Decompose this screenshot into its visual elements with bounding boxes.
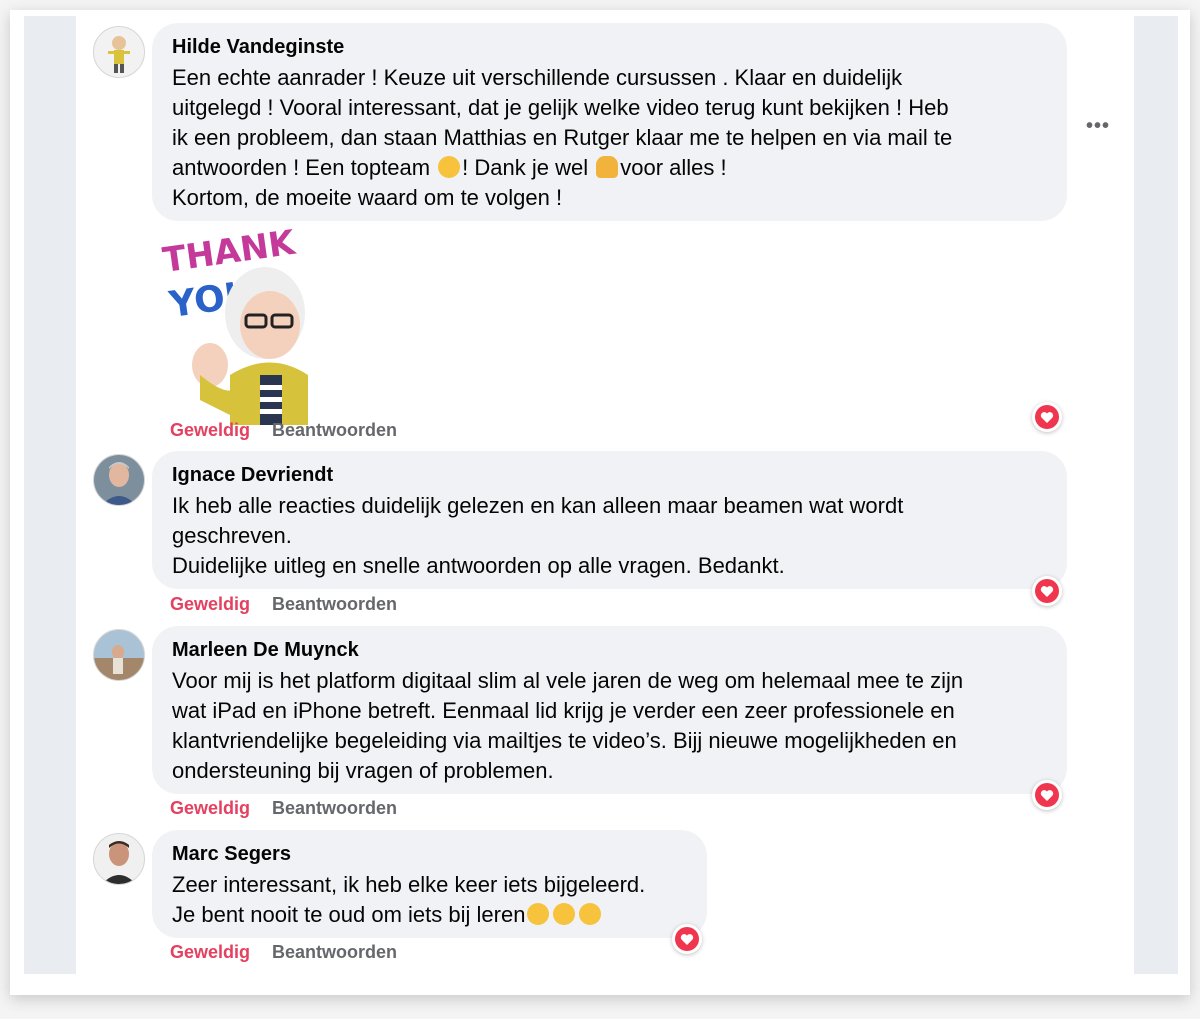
author-name[interactable]: Hilde Vandeginste bbox=[172, 35, 1047, 59]
comment-text: Een echte aanrader ! Keuze uit verschill… bbox=[172, 65, 953, 210]
comment-bubble: Marc Segers Zeer interessant, ik heb elk… bbox=[152, 830, 707, 938]
avatar[interactable] bbox=[93, 833, 145, 885]
grinning-face-emoji-icon bbox=[553, 903, 576, 925]
folded-hands-emoji-icon bbox=[596, 156, 619, 178]
avatar[interactable] bbox=[93, 26, 145, 78]
comment-text: Zeer interessant, ik heb elke keer iets … bbox=[172, 872, 646, 927]
love-reaction-icon[interactable] bbox=[1032, 576, 1062, 606]
grinning-face-emoji-icon bbox=[579, 903, 602, 925]
reply-button[interactable]: Beantwoorden bbox=[272, 594, 397, 614]
like-button[interactable]: Geweldig bbox=[170, 942, 250, 962]
avatar[interactable] bbox=[93, 454, 145, 506]
right-gutter bbox=[1134, 16, 1178, 974]
reply-button[interactable]: Beantwoorden bbox=[272, 420, 397, 440]
comment-actions: Geweldig Beantwoorden bbox=[170, 420, 397, 441]
comment-actions: Geweldig Beantwoorden bbox=[170, 798, 397, 819]
author-name[interactable]: Marc Segers bbox=[172, 842, 687, 866]
winking-face-emoji-icon bbox=[527, 903, 550, 925]
love-reaction-icon[interactable] bbox=[672, 924, 702, 954]
comment-text: Ik heb alle reacties duidelijk gelezen e… bbox=[172, 493, 904, 578]
like-button[interactable]: Geweldig bbox=[170, 798, 250, 818]
author-name[interactable]: Ignace Devriendt bbox=[172, 463, 1047, 487]
comments-panel: Hilde Vandeginste Een echte aanrader ! K… bbox=[10, 10, 1190, 995]
comment-bubble: Marleen De Muynck Voor mij is het platfo… bbox=[152, 626, 1067, 794]
thumbs-up-emoji-icon bbox=[438, 156, 461, 178]
love-reaction-icon[interactable] bbox=[1032, 402, 1062, 432]
love-reaction-icon[interactable] bbox=[1032, 780, 1062, 810]
more-options-icon[interactable]: ••• bbox=[1086, 115, 1110, 138]
comment-bubble: Hilde Vandeginste Een echte aanrader ! K… bbox=[152, 23, 1067, 221]
reply-button[interactable]: Beantwoorden bbox=[272, 942, 397, 962]
thank-you-sticker: THANK YOU bbox=[160, 223, 310, 425]
comment-actions: Geweldig Beantwoorden bbox=[170, 594, 397, 615]
comment-bubble: Ignace Devriendt Ik heb alle reacties du… bbox=[152, 451, 1067, 589]
reply-button[interactable]: Beantwoorden bbox=[272, 798, 397, 818]
author-name[interactable]: Marleen De Muynck bbox=[172, 638, 1047, 662]
comment-text: Voor mij is het platform digitaal slim a… bbox=[172, 668, 964, 783]
like-button[interactable]: Geweldig bbox=[170, 420, 250, 440]
left-gutter bbox=[24, 16, 76, 974]
like-button[interactable]: Geweldig bbox=[170, 594, 250, 614]
avatar[interactable] bbox=[93, 629, 145, 681]
comment-actions: Geweldig Beantwoorden bbox=[170, 942, 397, 963]
